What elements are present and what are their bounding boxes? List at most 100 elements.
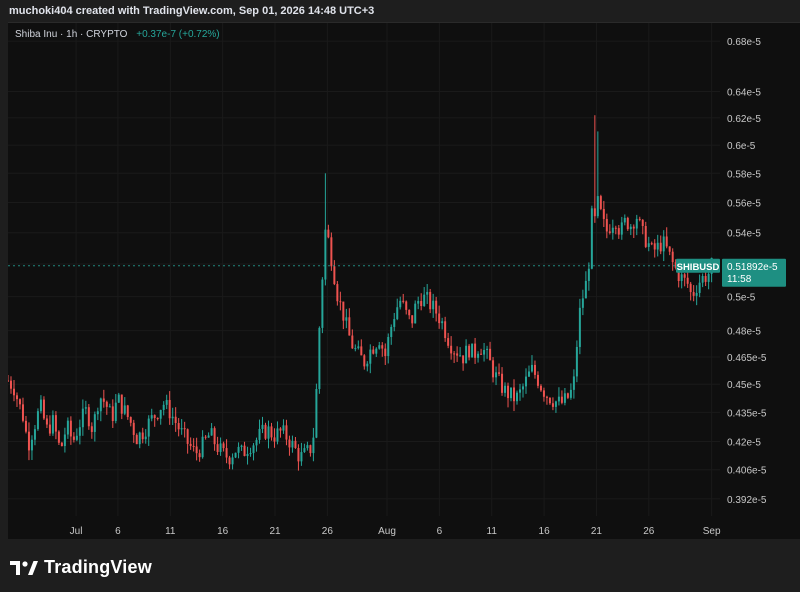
candle-body — [399, 300, 402, 308]
candle-body — [135, 434, 138, 445]
candle-body — [72, 436, 75, 440]
candle-body — [683, 274, 686, 278]
candle-body — [510, 387, 513, 399]
candle-body — [644, 225, 647, 247]
candle-body — [279, 428, 282, 431]
y-tick-label: 0.45e-5 — [727, 380, 761, 391]
candle-body — [533, 364, 536, 375]
candle-body — [159, 409, 162, 419]
candle-body — [366, 363, 369, 367]
candle-body — [447, 338, 450, 346]
candle-body — [396, 307, 399, 320]
y-tick-label: 0.435e-5 — [727, 408, 767, 419]
candle-body — [671, 251, 674, 263]
candle-body — [240, 445, 243, 447]
candle-body — [659, 242, 662, 252]
y-tick-label: 0.6e-5 — [727, 141, 756, 152]
candle-body — [602, 208, 605, 219]
candle-body — [261, 424, 264, 429]
candle-body — [453, 353, 456, 355]
candle-body — [432, 300, 435, 310]
candle-body — [45, 418, 48, 425]
candle-body — [363, 355, 366, 367]
candle-body — [150, 415, 153, 419]
candle-body — [225, 448, 228, 458]
x-tick-label: Aug — [378, 526, 396, 537]
candle-body — [186, 429, 189, 444]
candle-body — [216, 444, 219, 452]
candle-body — [590, 208, 593, 269]
candle-body — [548, 397, 551, 404]
candle-body — [375, 348, 378, 354]
y-tick-label: 0.42e-5 — [727, 438, 761, 449]
candle-body — [492, 360, 495, 378]
candle-body — [18, 399, 21, 405]
candle-body — [357, 346, 360, 349]
candle-body — [309, 445, 312, 454]
candle-body — [635, 218, 638, 229]
candle-body — [54, 415, 57, 432]
candle-body — [378, 345, 381, 349]
candle-body — [156, 417, 159, 419]
candle-body — [459, 355, 462, 357]
candle-body — [219, 443, 222, 452]
candle-body — [704, 275, 707, 282]
candle-body — [665, 236, 668, 247]
x-tick-label: 21 — [269, 526, 281, 537]
candle-body — [42, 399, 45, 419]
candle-body — [596, 196, 599, 217]
candle-body — [653, 243, 656, 250]
candle-body — [210, 428, 213, 436]
candle-body — [117, 394, 120, 403]
candle-body — [554, 401, 557, 407]
candle-body — [384, 348, 387, 357]
candle-body — [545, 396, 548, 398]
candle-body — [24, 420, 27, 432]
y-tick-label: 0.62e-5 — [727, 114, 761, 125]
candle-body — [450, 345, 453, 354]
candle-body — [264, 424, 267, 439]
x-tick-label: 21 — [591, 526, 603, 537]
candle-body — [201, 436, 204, 458]
watermark-bar: muchoki404 created with TradingView.com,… — [0, 0, 800, 22]
candle-body — [638, 218, 641, 220]
symbol-title: Shiba Inu · 1h · CRYPTO — [15, 29, 128, 40]
candle-body — [647, 243, 650, 247]
y-tick-label: 0.406e-5 — [727, 466, 767, 477]
candle-body — [30, 439, 33, 451]
candle-body — [456, 353, 459, 356]
candle-body — [27, 431, 30, 451]
candle-body — [426, 291, 429, 295]
candle-body — [539, 385, 542, 391]
x-tick-label: 16 — [539, 526, 551, 537]
candle-body — [48, 424, 51, 434]
candle-body — [267, 426, 270, 439]
candle-body — [81, 408, 84, 428]
candle-body — [90, 426, 93, 432]
candle-body — [294, 440, 297, 449]
candle-body — [105, 401, 108, 407]
candle-body — [521, 386, 524, 390]
candle-body — [381, 345, 384, 349]
tradingview-logo[interactable]: TradingView — [10, 557, 152, 578]
candle-body — [87, 407, 90, 427]
candle-body — [195, 446, 198, 454]
candle-body — [489, 348, 492, 361]
candle-body — [360, 346, 363, 356]
candle-body — [662, 236, 665, 252]
candle-body — [435, 300, 438, 314]
candle-body — [468, 345, 471, 358]
candle-body — [39, 399, 42, 412]
chart-frame[interactable]: 0.392e-5 0.406e-5 0.42e-5 0.435e-5 0.45e-5 0.… — [8, 22, 800, 539]
candle-body — [51, 415, 54, 434]
candle-body — [560, 396, 563, 403]
candle-body — [668, 246, 671, 252]
last-price-label: 0.51892e-5 — [727, 262, 778, 273]
x-tick-label: 16 — [217, 526, 229, 537]
y-tick-label: 0.68e-5 — [727, 37, 761, 48]
y-tick-label: 0.48e-5 — [727, 327, 761, 338]
candle-body — [132, 422, 135, 435]
chart-canvas[interactable]: 0.392e-5 0.406e-5 0.42e-5 0.435e-5 0.45e-5 0.… — [8, 23, 800, 539]
candle-body — [144, 436, 147, 440]
candle-body — [405, 301, 408, 310]
